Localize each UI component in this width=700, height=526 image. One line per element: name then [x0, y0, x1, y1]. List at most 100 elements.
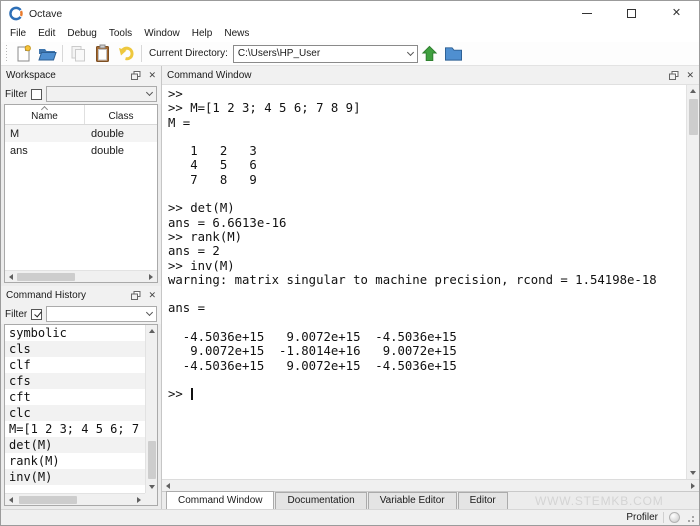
open-file-button[interactable]	[35, 43, 59, 65]
undock-icon[interactable]	[131, 291, 141, 300]
menubar: File Edit Debug Tools Window Help News	[1, 26, 699, 42]
history-horizontal-scrollbar[interactable]	[5, 493, 145, 505]
column-header-name[interactable]: Name	[5, 105, 85, 124]
history-vertical-scrollbar[interactable]	[145, 325, 157, 493]
column-header-class[interactable]: Class	[85, 105, 157, 124]
tab-documentation[interactable]: Documentation	[275, 492, 366, 509]
scroll-up-icon[interactable]	[146, 325, 158, 337]
left-dock: Workspace ✕ Filter	[1, 66, 161, 509]
history-item[interactable]: clc	[5, 405, 145, 421]
scroll-down-icon[interactable]	[146, 481, 158, 493]
scroll-left-icon[interactable]	[5, 494, 17, 506]
command-history-list: symbolic cls clf cfs cft clc M=[1 2 3; 4…	[4, 324, 158, 506]
minimize-button[interactable]	[564, 1, 609, 26]
terminal-prompt: >>	[168, 387, 190, 401]
terminal-output[interactable]: >> >> M=[1 2 3; 4 5 6; 7 8 9] M = 1 2 3 …	[162, 85, 686, 479]
workspace-horizontal-scrollbar[interactable]	[5, 270, 157, 282]
scroll-left-icon[interactable]	[162, 480, 174, 492]
chevron-down-icon[interactable]	[407, 48, 414, 55]
main-area: Workspace ✕ Filter	[1, 66, 699, 509]
history-item[interactable]: symbolic	[5, 325, 145, 341]
tab-command-window[interactable]: Command Window	[166, 491, 274, 509]
scroll-down-icon[interactable]	[687, 467, 699, 479]
menu-file[interactable]: File	[4, 26, 32, 42]
menu-debug[interactable]: Debug	[61, 26, 102, 42]
text-cursor	[191, 388, 193, 400]
terminal-prompt-line[interactable]: >>	[168, 387, 686, 401]
history-item[interactable]: M=[1 2 3; 4 5 6; 7 8 9]	[5, 421, 145, 437]
maximize-icon	[627, 9, 636, 18]
table-row[interactable]: ans double	[5, 142, 157, 159]
terminal-line: 7 8 9	[168, 173, 686, 187]
maximize-button[interactable]	[609, 1, 654, 26]
scrollbar-thumb[interactable]	[148, 441, 156, 479]
copy-icon	[69, 44, 88, 63]
history-item[interactable]: inv(M)	[5, 469, 145, 485]
menu-tools[interactable]: Tools	[103, 26, 138, 42]
directory-up-button[interactable]	[418, 43, 442, 65]
browse-directories-button[interactable]	[442, 43, 466, 65]
undock-icon[interactable]	[669, 71, 679, 80]
menu-news[interactable]: News	[218, 26, 255, 42]
scrollbar-corner	[145, 493, 157, 505]
history-filter-checkbox[interactable]	[31, 309, 42, 320]
command-window-title: Command Window	[167, 70, 251, 81]
scroll-right-icon[interactable]	[145, 271, 157, 283]
new-script-button[interactable]	[11, 43, 35, 65]
terminal-line: >> det(M)	[168, 201, 686, 215]
workspace-filter-combobox[interactable]	[46, 86, 157, 102]
close-icon: ✕	[672, 8, 681, 19]
terminal-line: >> M=[1 2 3; 4 5 6; 7 8 9]	[168, 101, 686, 115]
command-window-box: >> >> M=[1 2 3; 4 5 6; 7 8 9] M = 1 2 3 …	[162, 84, 699, 479]
history-filter-combobox[interactable]	[46, 306, 157, 322]
chevron-down-icon	[146, 89, 153, 96]
close-panel-icon[interactable]: ✕	[148, 71, 156, 80]
table-row[interactable]: M double	[5, 125, 157, 142]
history-item[interactable]: clf	[5, 357, 145, 373]
history-filter-row: Filter	[1, 304, 161, 324]
undo-button[interactable]	[114, 43, 138, 65]
paste-button[interactable]	[90, 43, 114, 65]
history-item[interactable]: det(M)	[5, 437, 145, 453]
close-panel-icon[interactable]: ✕	[686, 71, 694, 80]
variable-name: M	[5, 128, 85, 140]
terminal-line: 9.0072e+15 -1.8014e+16 9.0072e+15	[168, 344, 686, 358]
scrollbar-thumb[interactable]	[689, 99, 698, 135]
history-item[interactable]: cft	[5, 389, 145, 405]
profiler-status-icon[interactable]	[669, 512, 680, 523]
profiler-label: Profiler	[626, 512, 658, 523]
command-window-vertical-scrollbar[interactable]	[686, 85, 699, 479]
close-panel-icon[interactable]: ✕	[148, 291, 156, 300]
copy-button[interactable]	[66, 43, 90, 65]
menu-edit[interactable]: Edit	[32, 26, 61, 42]
current-directory-combobox[interactable]: C:\Users\HP_User	[233, 45, 418, 63]
workspace-table: Name Class M double ans double	[4, 104, 158, 283]
menu-help[interactable]: Help	[186, 26, 219, 42]
variable-class: double	[85, 145, 157, 157]
menu-window[interactable]: Window	[138, 26, 186, 42]
history-item[interactable]: rank(M)	[5, 453, 145, 469]
terminal-line: ans = 2	[168, 244, 686, 258]
command-window-horizontal-scrollbar[interactable]	[162, 479, 699, 491]
workspace-panel: Workspace ✕ Filter	[1, 66, 161, 286]
history-filter-label: Filter	[5, 309, 27, 320]
history-item[interactable]: cls	[5, 341, 145, 357]
history-item[interactable]: cfs	[5, 373, 145, 389]
toolbar-drag-handle[interactable]	[5, 45, 9, 63]
scroll-right-icon[interactable]	[133, 494, 145, 506]
scrollbar-thumb[interactable]	[17, 273, 75, 281]
workspace-filter-checkbox[interactable]	[31, 89, 42, 100]
scroll-up-icon[interactable]	[687, 85, 699, 97]
scrollbar-thumb[interactable]	[19, 496, 77, 504]
scroll-right-icon[interactable]	[687, 480, 699, 492]
terminal-line	[168, 187, 686, 201]
terminal-line: 4 5 6	[168, 158, 686, 172]
resize-grip[interactable]	[685, 513, 695, 523]
undock-icon[interactable]	[131, 71, 141, 80]
octave-window: Octave ✕ File Edit Debug Tools Window He…	[0, 0, 700, 526]
tab-editor[interactable]: Editor	[458, 492, 508, 509]
folder-icon	[444, 45, 463, 62]
close-button[interactable]: ✕	[654, 1, 699, 26]
scroll-left-icon[interactable]	[5, 271, 17, 283]
tab-variable-editor[interactable]: Variable Editor	[368, 492, 457, 509]
